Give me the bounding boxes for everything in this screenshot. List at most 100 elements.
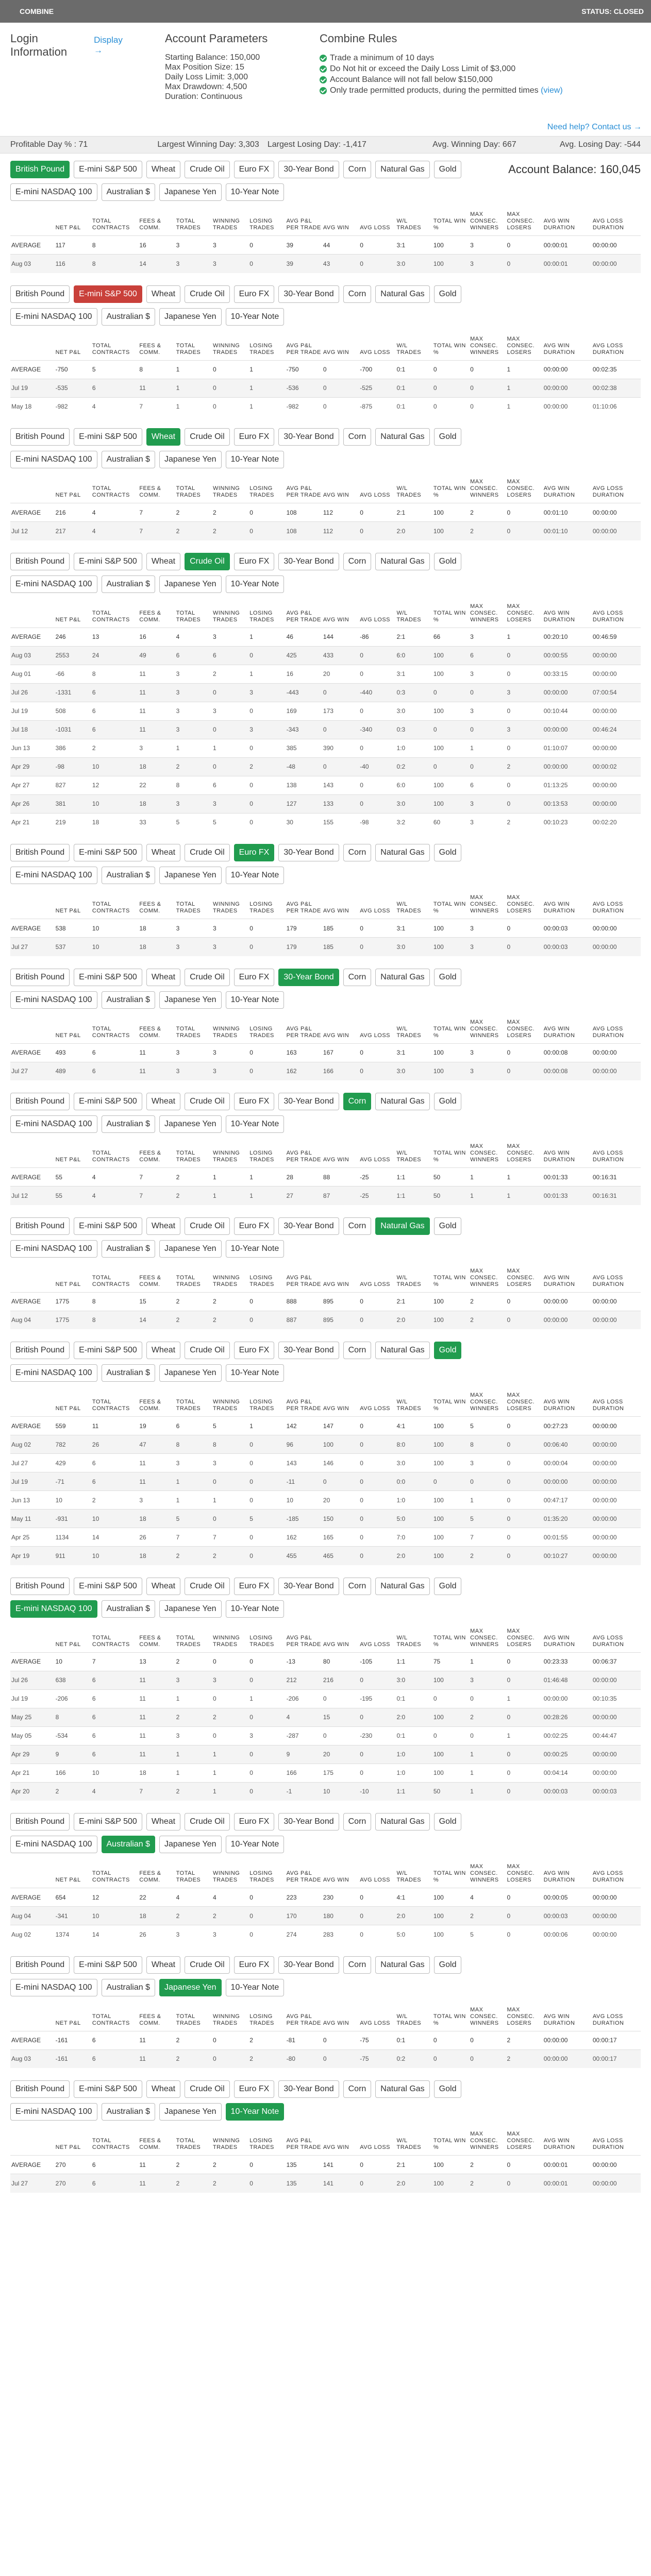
tab-crude-oil[interactable]: Crude Oil [185,552,230,570]
tab-crude-oil[interactable]: Crude Oil [185,1956,230,1974]
tab-10-year-note[interactable]: 10-Year Note [225,308,285,326]
tab-10-year-note[interactable]: 10-Year Note [225,575,285,593]
tab-e-mini-nasdaq-100[interactable]: E-mini NASDAQ 100 [10,991,97,1009]
tab-japanese-yen[interactable]: Japanese Yen [159,867,222,884]
tab-british-pound[interactable]: British Pound [10,1577,70,1595]
tab-wheat[interactable]: Wheat [146,428,181,446]
tab-japanese-yen[interactable]: Japanese Yen [159,991,222,1009]
tab-gold[interactable]: Gold [433,1093,462,1110]
tab-e-mini-s-p-500[interactable]: E-mini S&P 500 [74,1577,142,1595]
tab-natural-gas[interactable]: Natural Gas [375,2080,430,2098]
tab-japanese-yen[interactable]: Japanese Yen [159,183,222,201]
tab-gold[interactable]: Gold [433,161,462,178]
tab-30-year-bond[interactable]: 30-Year Bond [278,1342,339,1359]
tab-euro-fx[interactable]: Euro FX [233,1342,275,1359]
tab-natural-gas[interactable]: Natural Gas [375,1217,430,1235]
tab-corn[interactable]: Corn [343,1093,372,1110]
tab-30-year-bond[interactable]: 30-Year Bond [278,1093,339,1110]
tab-30-year-bond[interactable]: 30-Year Bond [278,1813,339,1831]
tab-australian[interactable]: Australian $ [101,1600,155,1618]
tab-wheat[interactable]: Wheat [146,844,181,861]
tab-japanese-yen[interactable]: Japanese Yen [159,1240,222,1258]
tab-e-mini-s-p-500[interactable]: E-mini S&P 500 [74,285,142,303]
tab-gold[interactable]: Gold [433,1217,462,1235]
tab-gold[interactable]: Gold [433,2080,462,2098]
tab-natural-gas[interactable]: Natural Gas [375,1813,430,1831]
tab-japanese-yen[interactable]: Japanese Yen [159,1836,222,1853]
tab-30-year-bond[interactable]: 30-Year Bond [278,968,339,986]
tab-japanese-yen[interactable]: Japanese Yen [159,451,222,468]
tab-british-pound[interactable]: British Pound [10,552,70,570]
tab-e-mini-s-p-500[interactable]: E-mini S&P 500 [74,968,142,986]
tab-british-pound[interactable]: British Pound [10,1342,70,1359]
tab-australian[interactable]: Australian $ [101,183,155,201]
tab-gold[interactable]: Gold [433,1956,462,1974]
tab-british-pound[interactable]: British Pound [10,1956,70,1974]
tab-10-year-note[interactable]: 10-Year Note [225,867,285,884]
tab-10-year-note[interactable]: 10-Year Note [225,1115,285,1133]
tab-e-mini-s-p-500[interactable]: E-mini S&P 500 [74,1342,142,1359]
tab-euro-fx[interactable]: Euro FX [233,1956,275,1974]
tab-gold[interactable]: Gold [433,1342,462,1359]
tab-australian[interactable]: Australian $ [101,2103,155,2121]
tab-crude-oil[interactable]: Crude Oil [185,2080,230,2098]
tab-e-mini-nasdaq-100[interactable]: E-mini NASDAQ 100 [10,1978,97,1996]
tab-euro-fx[interactable]: Euro FX [233,428,275,446]
tab-natural-gas[interactable]: Natural Gas [375,1342,430,1359]
tab-australian[interactable]: Australian $ [101,1364,155,1382]
tab-e-mini-s-p-500[interactable]: E-mini S&P 500 [74,552,142,570]
tab-e-mini-nasdaq-100[interactable]: E-mini NASDAQ 100 [10,1115,97,1133]
tab-e-mini-s-p-500[interactable]: E-mini S&P 500 [74,161,142,178]
tab-e-mini-nasdaq-100[interactable]: E-mini NASDAQ 100 [10,867,97,884]
tab-corn[interactable]: Corn [343,1813,372,1831]
tab-10-year-note[interactable]: 10-Year Note [225,1836,285,1853]
tab-e-mini-s-p-500[interactable]: E-mini S&P 500 [74,2080,142,2098]
tab-wheat[interactable]: Wheat [146,552,181,570]
tab-wheat[interactable]: Wheat [146,1813,181,1831]
tab-10-year-note[interactable]: 10-Year Note [225,451,285,468]
tab-gold[interactable]: Gold [433,552,462,570]
tab-gold[interactable]: Gold [433,285,462,303]
tab-crude-oil[interactable]: Crude Oil [185,1217,230,1235]
tab-japanese-yen[interactable]: Japanese Yen [159,1978,222,1996]
tab-wheat[interactable]: Wheat [146,1577,181,1595]
tab-30-year-bond[interactable]: 30-Year Bond [278,1217,339,1235]
display-link[interactable]: Display → [94,35,132,56]
tab-crude-oil[interactable]: Crude Oil [185,844,230,861]
tab-e-mini-s-p-500[interactable]: E-mini S&P 500 [74,1093,142,1110]
tab-corn[interactable]: Corn [343,552,372,570]
tab-wheat[interactable]: Wheat [146,968,181,986]
tab-british-pound[interactable]: British Pound [10,1093,70,1110]
tab-corn[interactable]: Corn [343,968,372,986]
tab-30-year-bond[interactable]: 30-Year Bond [278,428,339,446]
tab-euro-fx[interactable]: Euro FX [233,844,275,861]
tab-e-mini-nasdaq-100[interactable]: E-mini NASDAQ 100 [10,1836,97,1853]
tab-crude-oil[interactable]: Crude Oil [185,161,230,178]
tab-e-mini-nasdaq-100[interactable]: E-mini NASDAQ 100 [10,183,97,201]
tab-30-year-bond[interactable]: 30-Year Bond [278,161,339,178]
tab-e-mini-s-p-500[interactable]: E-mini S&P 500 [74,428,142,446]
tab-natural-gas[interactable]: Natural Gas [375,285,430,303]
tab-30-year-bond[interactable]: 30-Year Bond [278,552,339,570]
tab-natural-gas[interactable]: Natural Gas [375,1577,430,1595]
tab-australian[interactable]: Australian $ [101,451,155,468]
tab-natural-gas[interactable]: Natural Gas [375,552,430,570]
tab-natural-gas[interactable]: Natural Gas [375,1093,430,1110]
tab-australian[interactable]: Australian $ [101,575,155,593]
tab-corn[interactable]: Corn [343,1217,372,1235]
tab-e-mini-nasdaq-100[interactable]: E-mini NASDAQ 100 [10,451,97,468]
tab-10-year-note[interactable]: 10-Year Note [225,1364,285,1382]
tab-wheat[interactable]: Wheat [146,285,181,303]
tab-10-year-note[interactable]: 10-Year Note [225,991,285,1009]
tab-10-year-note[interactable]: 10-Year Note [225,1240,285,1258]
tab-corn[interactable]: Corn [343,428,372,446]
tab-30-year-bond[interactable]: 30-Year Bond [278,844,339,861]
tab-e-mini-s-p-500[interactable]: E-mini S&P 500 [74,844,142,861]
tab-corn[interactable]: Corn [343,844,372,861]
tab-e-mini-nasdaq-100[interactable]: E-mini NASDAQ 100 [10,1240,97,1258]
tab-british-pound[interactable]: British Pound [10,2080,70,2098]
tab-gold[interactable]: Gold [433,428,462,446]
tab-corn[interactable]: Corn [343,161,372,178]
tab-crude-oil[interactable]: Crude Oil [185,968,230,986]
tab-australian[interactable]: Australian $ [101,991,155,1009]
